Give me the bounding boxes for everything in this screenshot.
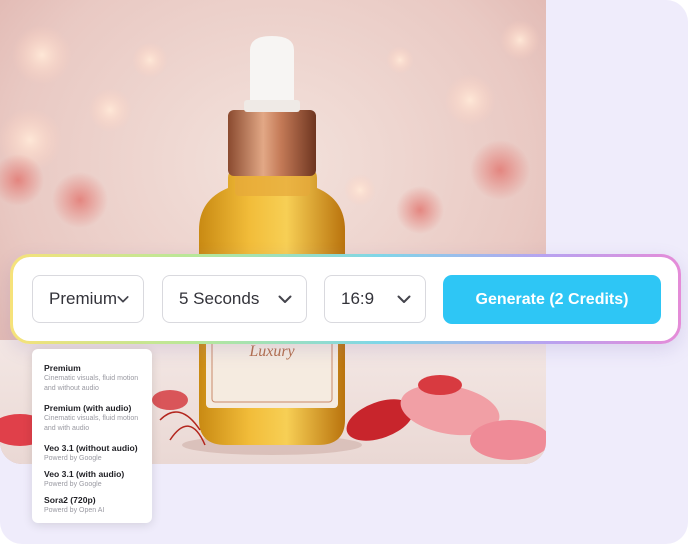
option-title: Premium (with audio) — [44, 403, 132, 413]
option-description: Powerd by Google — [44, 481, 102, 488]
dropdown-option-premium-with-audio[interactable]: Premium (with audio) Cinematic visuals, … — [44, 403, 144, 434]
bottle-label-text: Luxury — [248, 343, 295, 360]
option-description: Cinematic visuals, fluid motion and with… — [44, 375, 139, 392]
chevron-down-icon — [278, 295, 292, 303]
option-title: Premium — [44, 363, 81, 373]
chevron-down-icon — [117, 295, 129, 302]
option-description: Cinematic visuals, fluid motion and with… — [44, 415, 139, 432]
aspect-ratio-select[interactable]: 16:9 — [324, 275, 426, 323]
quality-select-value: Premium — [49, 289, 118, 308]
duration-select[interactable]: 5 Seconds — [162, 275, 307, 323]
controls-panel: Premium 5 Seconds 16:9 Generate (2 Credi… — [13, 257, 678, 341]
aspect-ratio-select-value: 16:9 — [341, 289, 375, 308]
dropdown-option-sora2[interactable]: Sora2 (720p) Powerd by Open AI — [44, 495, 148, 516]
option-title: Sora2 (720p) — [44, 495, 96, 505]
chevron-down-icon — [397, 295, 411, 303]
dropdown-option-veo-without-audio[interactable]: Veo 3.1 (without audio) Powerd by Google — [44, 443, 148, 464]
quality-dropdown-menu: Premium Cinematic visuals, fluid motion … — [32, 349, 152, 523]
option-description: Powerd by Open AI — [44, 507, 105, 514]
option-title: Veo 3.1 (without audio) — [44, 443, 138, 453]
option-description: Powerd by Google — [44, 455, 102, 462]
option-title: Veo 3.1 (with audio) — [44, 469, 125, 479]
generate-button[interactable]: Generate (2 Credits) — [443, 275, 661, 324]
dropdown-option-premium[interactable]: Premium Cinematic visuals, fluid motion … — [44, 363, 144, 394]
dropdown-option-veo-with-audio[interactable]: Veo 3.1 (with audio) Powerd by Google — [44, 469, 148, 490]
quality-select[interactable]: Premium — [32, 275, 144, 323]
generation-controls-bar: Premium 5 Seconds 16:9 Generate (2 Credi… — [10, 254, 681, 344]
duration-select-value: 5 Seconds — [179, 289, 260, 308]
